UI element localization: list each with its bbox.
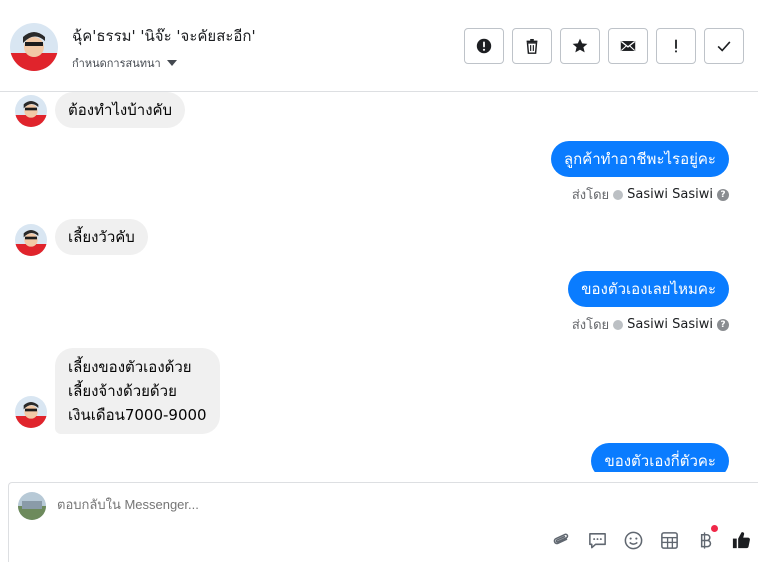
help-icon[interactable]: ? [717,318,729,331]
speech-bubble-icon [588,532,606,548]
incoming-message[interactable]: เลี้ยงวัวคับ [55,219,148,255]
follow-up-button[interactable] [656,28,696,64]
header-toolbar [464,28,744,64]
message-text: เลี้ยงวัวคับ [68,228,135,246]
sender-avatar[interactable] [15,224,47,256]
verified-icon [613,189,624,200]
mark-spam-button[interactable] [464,28,504,64]
exclamation-icon [675,39,677,53]
sent-by-label: ส่งโดย [571,318,610,333]
saved-replies-button[interactable] [586,529,608,551]
sender-name[interactable]: Sasiwi Sasiwi [627,317,713,332]
attach-file-button[interactable] [550,529,572,551]
contact-avatar[interactable] [10,23,58,71]
conversation-settings-dropdown[interactable]: กำหนดการสนทนา [72,54,177,72]
sent-by-info: ส่งโดย Sasiwi Sasiwi ? [572,314,729,335]
thumbs-up-icon [732,531,750,548]
message-text: เลี้ยงของตัวเองด้วย [68,358,192,376]
verified-icon [613,319,624,330]
incoming-message[interactable]: ต้องทำไงบ้างคับ [55,92,186,128]
sent-by-label: ส่งโดย [571,188,610,203]
baht-icon [700,531,711,549]
like-button[interactable] [730,529,752,551]
star-button[interactable] [560,28,600,64]
payment-button[interactable] [694,525,718,551]
paperclip-icon [553,533,568,544]
outgoing-message[interactable]: ของตัวเองเลยไหมคะ [568,271,729,307]
message-text: เงินเดือน7000-9000 [68,406,207,424]
sender-avatar[interactable] [15,396,47,428]
outgoing-message[interactable]: ของตัวเองกี่ตัวคะ [591,443,729,472]
contact-name[interactable]: ฉุ้ค'ธรรม' 'นิจ๊ะ 'จะคัยสะอีก' [72,24,256,48]
delete-button[interactable] [512,28,552,64]
message-text: ต้องทำไงบ้างคับ [68,101,173,119]
message-text: ลูกค้าทำอาชีพะไรอยู่คะ [563,150,716,168]
exclamation-circle-icon [476,38,492,54]
trash-icon [526,38,538,54]
message-text: เลี้ยงจ้างด้วยด้วย [68,382,177,400]
reply-input[interactable] [57,497,657,512]
message-text: ของตัวเองเลยไหมคะ [581,280,716,298]
notification-dot [711,525,718,532]
sender-name[interactable]: Sasiwi Sasiwi [627,187,713,202]
check-icon [717,41,731,52]
reply-composer [8,482,758,562]
mark-done-button[interactable] [704,28,744,64]
emoji-button[interactable] [622,529,644,551]
sent-by-info: ส่งโดย Sasiwi Sasiwi ? [572,184,729,205]
outgoing-message[interactable]: ลูกค้าทำอาชีพะไรอยู่คะ [550,141,729,177]
table-button[interactable] [658,529,680,551]
mark-unread-button[interactable] [608,28,648,64]
sender-avatar[interactable] [15,95,47,127]
message-thread[interactable]: ต้องทำไงบ้างคับ ลูกค้าทำอาชีพะไรอยู่คะ ส… [0,92,758,472]
caret-down-icon [166,60,177,66]
envelope-icon [620,40,636,51]
star-icon [572,38,588,53]
message-text: ของตัวเองกี่ตัวคะ [604,452,716,470]
help-icon[interactable]: ? [717,188,729,201]
page-avatar [18,492,46,520]
incoming-message[interactable]: เลี้ยงของตัวเองด้วย เลี้ยงจ้างด้วยด้วย เ… [55,348,220,434]
conversation-settings-label: กำหนดการสนทนา [72,57,161,70]
composer-actions [550,525,752,551]
table-icon [660,531,678,549]
smiley-icon [624,531,642,549]
conversation-header: ฉุ้ค'ธรรม' 'นิจ๊ะ 'จะคัยสะอีก' กำหนดการส… [0,0,758,92]
